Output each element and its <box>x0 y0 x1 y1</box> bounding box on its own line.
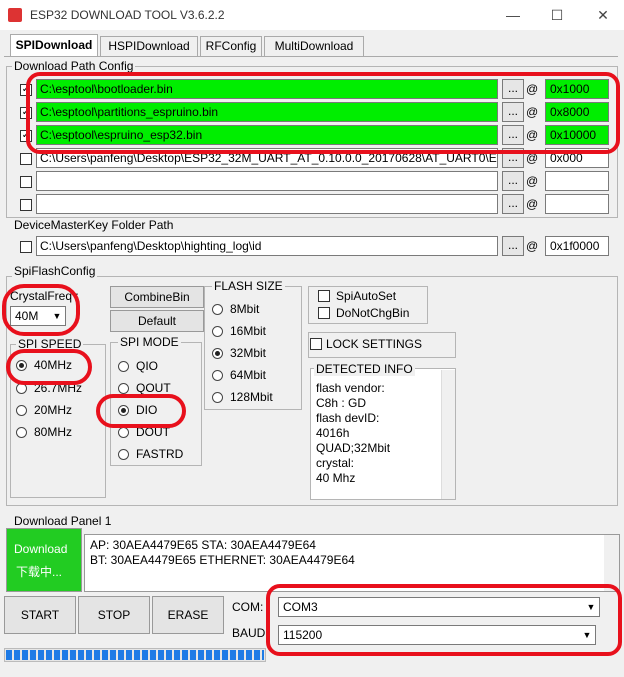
stop-button[interactable]: STOP <box>78 596 150 634</box>
start-button[interactable]: START <box>4 596 76 634</box>
path-row-browse-button[interactable]: ... <box>502 171 524 191</box>
spi-mode-highlight-oval <box>96 394 186 428</box>
tab-spidownload[interactable]: SPIDownload <box>10 34 98 56</box>
default-button[interactable]: Default <box>110 310 204 332</box>
mac-info-line-2: BT: 30AEA4479E65 ETHERNET: 30AEA4479E64 <box>90 553 355 567</box>
com-baud-highlight-oval <box>266 584 622 656</box>
spi-auto-set-checkbox[interactable] <box>318 290 330 302</box>
detected-info-line: crystal: <box>316 456 355 470</box>
download-panel-label: Download Panel 1 <box>12 514 114 528</box>
spi-auto-set-label: SpiAutoSet <box>336 289 397 303</box>
tab-hspidownload[interactable]: HSPIDownload <box>100 36 198 56</box>
device-master-key-at: @ <box>526 239 539 253</box>
device-master-key-browse-button[interactable]: ... <box>502 236 524 256</box>
path-row-checkbox[interactable] <box>20 153 32 165</box>
download-status-text: Download <box>14 542 68 556</box>
flash-size-radio[interactable] <box>212 304 223 315</box>
maximize-button[interactable]: ☐ <box>542 4 572 26</box>
tab-multidownload[interactable]: MultiDownload <box>264 36 364 56</box>
flash-size-radio[interactable] <box>212 348 223 359</box>
window-title: ESP32 DOWNLOAD TOOL V3.6.2.2 <box>30 8 225 22</box>
do-not-chg-bin-label: DoNotChgBin <box>336 306 410 320</box>
spi-mode-label: SPI MODE <box>118 335 181 349</box>
flash-size-radio[interactable] <box>212 370 223 381</box>
baud-label: BAUD: <box>232 626 269 640</box>
flash-size-radio-label: 32Mbit <box>230 346 267 360</box>
minimize-button[interactable]: — <box>498 4 528 26</box>
mac-info-scrollbar[interactable] <box>604 535 619 591</box>
combine-bin-button[interactable]: CombineBin <box>110 286 204 308</box>
progress-bar-fill <box>6 650 264 660</box>
tab-rfconfig[interactable]: RFConfig <box>200 36 262 56</box>
path-row-at: @ <box>526 174 539 188</box>
path-row-address-field[interactable] <box>545 171 609 191</box>
close-button[interactable]: ✕ <box>588 4 618 26</box>
flash-size-radio[interactable] <box>212 392 223 403</box>
title-bar: ESP32 DOWNLOAD TOOL V3.6.2.2 — ☐ ✕ <box>0 0 624 30</box>
download-status-subtext: 下载中... <box>16 565 63 579</box>
spi-flash-config-label: SpiFlashConfig <box>12 264 98 278</box>
detected-info-line: flash devID: <box>316 411 380 425</box>
detected-info-line: 40 Mhz <box>316 471 356 485</box>
spi-speed-radio[interactable] <box>16 405 27 416</box>
device-master-key-address-field[interactable]: 0x1f0000 <box>545 236 609 256</box>
detected-info-scrollbar[interactable] <box>441 370 455 499</box>
detected-info-line: C8h : GD <box>316 396 367 410</box>
path-row-address-field[interactable] <box>545 194 609 214</box>
download-path-config-label: Download Path Config <box>12 59 136 73</box>
spi-speed-radio-label: 20MHz <box>34 403 73 417</box>
tab-divider <box>4 56 618 57</box>
erase-button[interactable]: ERASE <box>152 596 224 634</box>
path-row-browse-button[interactable]: ... <box>502 194 524 214</box>
path-row-field[interactable] <box>36 171 498 191</box>
spi-speed-radio-label: 80MHz <box>34 425 73 439</box>
com-label: COM: <box>232 600 264 614</box>
device-master-key-path-field[interactable]: C:\Users\panfeng\Desktop\highting_log\id <box>36 236 498 256</box>
flash-size-radio-label: 8Mbit <box>230 302 260 316</box>
do-not-chg-bin-checkbox[interactable] <box>318 307 330 319</box>
download-status-box <box>6 528 82 592</box>
flash-size-radio-label: 64Mbit <box>230 368 267 382</box>
mac-info-line-1: AP: 30AEA4479E65 STA: 30AEA4479E64 <box>90 538 316 552</box>
spi-mode-radio-label: QIO <box>136 359 159 373</box>
detected-info-line: flash vendor: <box>316 381 385 395</box>
spi-mode-radio[interactable] <box>118 361 129 372</box>
spi-speed-highlight-oval <box>6 349 92 385</box>
spi-mode-radio[interactable] <box>118 427 129 438</box>
spi-mode-radio[interactable] <box>118 449 129 460</box>
device-master-key-label: DeviceMasterKey Folder Path <box>14 218 174 232</box>
detected-info-line: QUAD;32Mbit <box>316 441 391 455</box>
crystal-highlight-oval <box>2 284 80 336</box>
detected-info-label: DETECTED INFO <box>314 362 415 376</box>
path-row-field[interactable] <box>36 194 498 214</box>
flash-size-label: FLASH SIZE <box>212 279 285 293</box>
spi-mode-radio-label: QOUT <box>136 381 171 395</box>
first-rows-highlight-oval <box>26 72 620 154</box>
path-row-checkbox[interactable] <box>20 199 32 211</box>
app-icon <box>8 8 22 22</box>
spi-mode-radio[interactable] <box>118 383 129 394</box>
detected-info-line: 4016h <box>316 426 350 440</box>
lock-settings-label: LOCK SETTINGS <box>326 337 423 351</box>
lock-settings-checkbox[interactable] <box>310 338 322 350</box>
flash-size-radio[interactable] <box>212 326 223 337</box>
spi-speed-radio[interactable] <box>16 427 27 438</box>
flash-size-radio-label: 16Mbit <box>230 324 267 338</box>
path-row-checkbox[interactable] <box>20 176 32 188</box>
device-master-key-checkbox[interactable] <box>20 241 32 253</box>
spi-mode-radio-label: FASTRD <box>136 447 184 461</box>
flash-size-radio-label: 128Mbit <box>230 390 273 404</box>
path-row-at: @ <box>526 197 539 211</box>
